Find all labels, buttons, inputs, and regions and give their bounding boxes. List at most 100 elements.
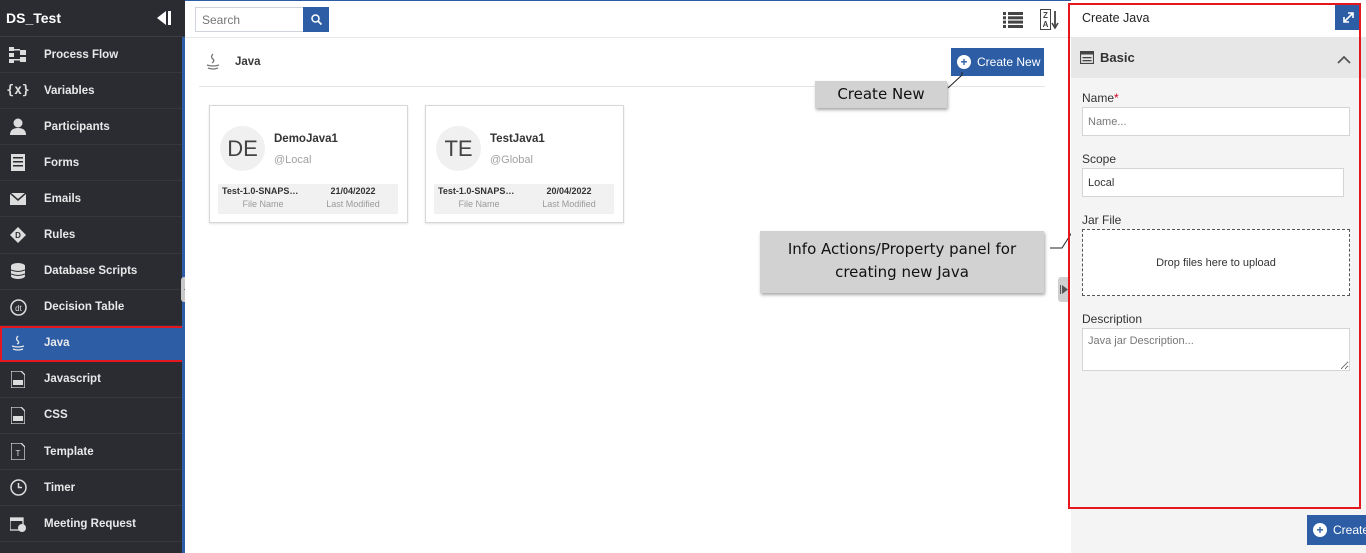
sidebar-item-decision-table[interactable]: dt Decision Table bbox=[0, 290, 185, 326]
last-modified-col: 20/04/2022 Last Modified bbox=[524, 184, 614, 209]
section-title: Basic bbox=[1100, 50, 1135, 65]
sidebar-item-css[interactable]: CSS bbox=[0, 398, 185, 435]
clock-icon bbox=[9, 479, 27, 497]
sidebar-item-database-scripts[interactable]: Database Scripts bbox=[0, 254, 185, 290]
search-input[interactable] bbox=[195, 7, 303, 32]
app-title: DS_Test bbox=[6, 10, 61, 26]
toolbar-divider bbox=[185, 37, 1071, 38]
java-icon bbox=[9, 334, 27, 352]
svg-text:T: T bbox=[16, 449, 21, 458]
sidebar-item-label: Database Scripts bbox=[44, 265, 138, 278]
sidebar-header: DS_Test bbox=[0, 0, 185, 37]
last-modified-value: 21/04/2022 bbox=[330, 186, 376, 196]
java-card[interactable]: TE TestJava1 @Global Test-1.0-SNAPSHOT.j… bbox=[425, 105, 624, 223]
description-textarea[interactable] bbox=[1082, 328, 1350, 371]
create-label: Create bbox=[1333, 523, 1366, 537]
sidebar-item-emails[interactable]: Emails bbox=[0, 181, 185, 218]
variables-icon: {x} bbox=[6, 83, 30, 99]
sidebar-item-rules[interactable]: D Rules bbox=[0, 217, 185, 254]
sidebar-item-label: Timer bbox=[44, 481, 76, 494]
svg-text:A: A bbox=[1043, 20, 1049, 29]
java-icon bbox=[205, 53, 221, 76]
jar-file-label: Jar File bbox=[1082, 213, 1122, 227]
sidebar-item-label: Javascript bbox=[44, 373, 101, 386]
sidebar-item-javascript[interactable]: Javascript bbox=[0, 362, 185, 398]
avatar: DE bbox=[220, 126, 265, 171]
callout-line-1: Info Actions/Property panel for bbox=[787, 240, 1017, 258]
basic-section-header[interactable]: Basic bbox=[1071, 37, 1366, 78]
sidebar-item-java[interactable]: Java bbox=[0, 325, 185, 362]
file-name-value: Test-1.0-SNAPSHOT.jar bbox=[438, 186, 524, 196]
sidebar: DS_Test Process Flow {x} Variables Parti… bbox=[0, 0, 185, 553]
email-icon bbox=[9, 190, 27, 208]
search-bar bbox=[195, 7, 329, 32]
card-meta: Test-1.0-SNAPSHOT.jar File Name 21/04/20… bbox=[218, 184, 398, 214]
create-new-button[interactable]: + Create New bbox=[951, 48, 1044, 76]
list-view-icon[interactable] bbox=[1003, 12, 1023, 33]
sidebar-item-participants[interactable]: Participants bbox=[0, 109, 185, 146]
scope-label: Scope bbox=[1082, 152, 1117, 166]
sidebar-item-label: Decision Table bbox=[44, 301, 125, 314]
java-card[interactable]: DE DemoJava1 @Local Test-1.0-SNAPSHOT.ja… bbox=[209, 105, 408, 223]
avatar: TE bbox=[436, 126, 481, 171]
rules-icon: D bbox=[9, 226, 27, 244]
name-label: Name* bbox=[1082, 91, 1119, 105]
svg-text:D: D bbox=[15, 231, 21, 240]
panel-header: Create Java bbox=[1071, 0, 1366, 37]
card-name: TestJava1 bbox=[490, 133, 545, 145]
participants-icon bbox=[9, 118, 27, 136]
card-scope: @Local bbox=[274, 154, 312, 166]
file-name-label: File Name bbox=[242, 199, 284, 209]
template-icon: T bbox=[9, 443, 27, 461]
property-panel: Create Java Basic Name* Scope Jar File D… bbox=[1068, 0, 1366, 553]
sidebar-item-label: Meeting Request bbox=[44, 517, 137, 530]
sidebar-item-label: CSS bbox=[44, 409, 68, 422]
chevron-up-icon[interactable] bbox=[1337, 51, 1351, 69]
sidebar-item-forms[interactable]: Forms bbox=[0, 145, 185, 182]
meeting-request-icon bbox=[9, 515, 27, 533]
card-scope: @Global bbox=[490, 154, 533, 166]
last-modified-value: 20/04/2022 bbox=[546, 186, 592, 196]
sidebar-item-variables[interactable]: {x} Variables bbox=[0, 73, 185, 110]
sidebar-item-process-flow[interactable]: Process Flow bbox=[0, 37, 185, 74]
card-meta: Test-1.0-SNAPSHOT.jar File Name 20/04/20… bbox=[434, 184, 614, 214]
sidebar-item-label: Variables bbox=[44, 84, 95, 97]
sort-az-icon[interactable]: ZA bbox=[1040, 9, 1060, 35]
form-icon bbox=[1079, 50, 1095, 69]
collapse-sidebar-icon[interactable] bbox=[155, 10, 171, 26]
panel-resize-handle[interactable] bbox=[1058, 277, 1070, 302]
file-name-label: File Name bbox=[458, 199, 500, 209]
expand-panel-button[interactable] bbox=[1335, 5, 1361, 30]
create-new-callout: Create New bbox=[815, 81, 947, 108]
card-name: DemoJava1 bbox=[274, 133, 338, 145]
sidebar-item-label: Java bbox=[44, 337, 70, 350]
required-marker: * bbox=[1114, 91, 1119, 105]
create-button[interactable]: + Create bbox=[1307, 515, 1366, 545]
scope-field[interactable] bbox=[1082, 168, 1344, 197]
last-modified-col: 21/04/2022 Last Modified bbox=[308, 184, 398, 209]
sidebar-item-label: Rules bbox=[44, 229, 76, 242]
sidebar-item-label: Template bbox=[44, 445, 94, 458]
database-icon bbox=[9, 262, 27, 280]
section-title: Java bbox=[235, 56, 261, 68]
file-name-col: Test-1.0-SNAPSHOT.jar File Name bbox=[218, 184, 308, 209]
plus-circle-icon: + bbox=[1313, 523, 1327, 537]
description-label: Description bbox=[1082, 312, 1143, 326]
last-modified-label: Last Modified bbox=[542, 199, 596, 209]
last-modified-label: Last Modified bbox=[326, 199, 380, 209]
callout-line-2: creating new Java bbox=[835, 263, 969, 281]
forms-icon bbox=[9, 154, 27, 172]
name-input[interactable] bbox=[1082, 107, 1350, 136]
sidebar-item-template[interactable]: T Template bbox=[0, 434, 185, 471]
svg-text:Z: Z bbox=[1043, 11, 1048, 20]
sidebar-item-meeting-request[interactable]: Meeting Request bbox=[0, 506, 185, 543]
search-icon bbox=[310, 14, 322, 25]
decision-table-icon: dt bbox=[9, 298, 27, 316]
file-name-col: Test-1.0-SNAPSHOT.jar File Name bbox=[434, 184, 524, 209]
sidebar-item-timer[interactable]: Timer bbox=[0, 470, 185, 507]
plus-circle-icon: + bbox=[957, 55, 971, 69]
jar-file-dropzone[interactable]: Drop files here to upload bbox=[1082, 229, 1350, 296]
search-button[interactable] bbox=[303, 7, 329, 32]
css-file-icon bbox=[9, 406, 27, 424]
create-new-label: Create New bbox=[977, 55, 1041, 69]
